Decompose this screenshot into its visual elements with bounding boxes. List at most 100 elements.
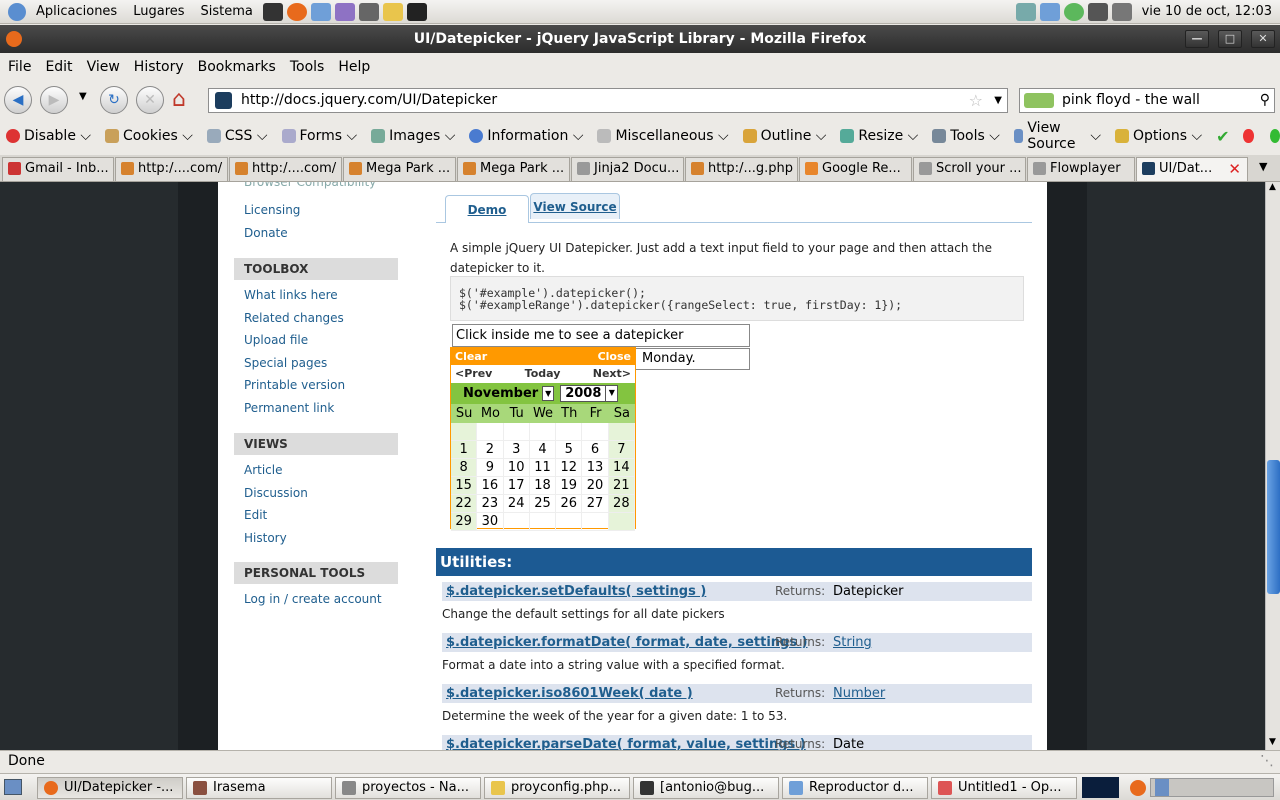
day-cell[interactable]: 5 — [556, 441, 583, 459]
return-type-link[interactable]: String — [833, 633, 872, 652]
devbar-outline[interactable]: Outline ⌵ — [742, 128, 826, 144]
day-cell[interactable]: 26 — [556, 495, 583, 513]
sidebar-link-upload-file[interactable]: Upload file — [218, 329, 414, 352]
day-cell[interactable]: 4 — [529, 441, 557, 459]
url-dropdown-icon[interactable]: ▼ — [994, 89, 1002, 112]
search-icon[interactable]: ⚲ — [1260, 89, 1270, 112]
devbar-information[interactable]: Information ⌵ — [469, 128, 583, 144]
day-cell[interactable]: 15 — [451, 477, 478, 495]
tab-flowplayer[interactable]: Flowplayer — [1027, 157, 1135, 181]
day-cell[interactable]: 1 — [451, 441, 478, 459]
sidebar-link-history[interactable]: History — [218, 527, 414, 550]
sidebar-link-discussion[interactable]: Discussion — [218, 482, 414, 505]
maximize-button[interactable]: □ — [1218, 30, 1242, 48]
tab-google-reader[interactable]: Google Re... — [799, 157, 912, 181]
devbar-cookies[interactable]: Cookies ⌵ — [105, 128, 193, 144]
day-cell[interactable]: 25 — [529, 495, 557, 513]
return-type-link[interactable]: Number — [833, 684, 885, 703]
day-cell[interactable]: 22 — [451, 495, 478, 513]
day-cell[interactable]: 30 — [477, 513, 504, 531]
search-engine-icon[interactable] — [1024, 93, 1054, 108]
menu-edit[interactable]: Edit — [38, 59, 79, 75]
task-reproductor[interactable]: Reproductor d... — [782, 777, 928, 799]
tab-list-icon[interactable]: ▼ — [1259, 160, 1267, 173]
day-cell[interactable]: 17 — [503, 477, 530, 495]
tab-mega-park-2[interactable]: Mega Park ... — [457, 157, 570, 181]
menu-help[interactable]: Help — [331, 59, 377, 75]
task-proyconfig[interactable]: proyconfig.php... — [484, 777, 630, 799]
datepicker-today-button[interactable]: Today — [525, 365, 561, 383]
validation-ok-icon[interactable]: ✔ — [1216, 127, 1229, 146]
day-cell[interactable]: 14 — [608, 459, 635, 477]
task-irasema[interactable]: Irasema — [186, 777, 332, 799]
tab-mega-park-1[interactable]: Mega Park ... — [343, 157, 456, 181]
launcher-icon[interactable] — [262, 2, 283, 21]
history-dropdown-icon[interactable]: ▼ — [79, 91, 87, 102]
day-cell[interactable]: 24 — [503, 495, 530, 513]
menu-tools[interactable]: Tools — [283, 59, 332, 75]
sidebar-link-donate[interactable]: Donate — [218, 222, 414, 245]
launcher-icon[interactable] — [382, 2, 403, 21]
close-tab-icon[interactable]: ✕ — [1228, 158, 1241, 180]
util-link-formatdate[interactable]: $.datepicker.formatDate( format, date, s… — [446, 633, 808, 652]
tab-gmail[interactable]: Gmail - Inb... — [2, 157, 114, 181]
datepicker-close-button[interactable]: Close — [598, 348, 631, 365]
day-cell[interactable]: 13 — [582, 459, 609, 477]
url-bar[interactable]: http://docs.jquery.com/UI/Datepicker ☆ ▼ — [208, 88, 1008, 113]
day-cell[interactable]: 27 — [582, 495, 609, 513]
launcher-icon[interactable] — [310, 2, 331, 21]
network-icon[interactable] — [1087, 2, 1108, 21]
firefox-applet-icon[interactable] — [1130, 780, 1146, 796]
sidebar-link-article[interactable]: Article — [218, 459, 414, 482]
day-cell[interactable]: 18 — [529, 477, 557, 495]
sidebar-link-permanent-link[interactable]: Permanent link — [218, 397, 414, 420]
volume-icon[interactable] — [1111, 2, 1132, 21]
util-link-iso8601week[interactable]: $.datepicker.iso8601Week( date ) — [446, 684, 693, 703]
day-cell[interactable]: 29 — [451, 513, 478, 531]
scroll-up-icon[interactable]: ▲ — [1269, 182, 1276, 192]
task-terminal[interactable]: [antonio@bug... — [633, 777, 779, 799]
menu-file[interactable]: File — [0, 59, 38, 75]
day-cell[interactable]: 23 — [477, 495, 504, 513]
reload-button[interactable]: ↻ — [100, 86, 128, 114]
devbar-forms[interactable]: Forms ⌵ — [281, 128, 357, 144]
sidebar-link-edit[interactable]: Edit — [218, 504, 414, 527]
error-icon[interactable] — [1243, 129, 1254, 143]
day-cell[interactable]: 9 — [477, 459, 504, 477]
datepicker-clear-button[interactable]: Clear — [455, 348, 487, 365]
day-cell[interactable]: 3 — [503, 441, 530, 459]
stop-button[interactable]: ✕ — [136, 86, 164, 114]
scroll-down-icon[interactable]: ▼ — [1269, 737, 1276, 747]
day-cell[interactable]: 8 — [451, 459, 478, 477]
calculator-launcher-icon[interactable] — [358, 2, 379, 21]
devbar-miscellaneous[interactable]: Miscellaneous ⌵ — [597, 128, 729, 144]
menu-aplicaciones[interactable]: Aplicaciones — [28, 0, 125, 24]
menu-view[interactable]: View — [80, 59, 127, 75]
menu-bookmarks[interactable]: Bookmarks — [191, 59, 283, 75]
devbar-images[interactable]: Images ⌵ — [371, 128, 455, 144]
close-window-button[interactable]: ✕ — [1251, 30, 1275, 48]
day-cell[interactable]: 2 — [477, 441, 504, 459]
tab-http-1[interactable]: http:/....com/ — [115, 157, 228, 181]
devbar-resize[interactable]: Resize ⌵ — [840, 128, 918, 144]
devbar-view-source[interactable]: View Source ⌵ — [1013, 120, 1101, 152]
menu-history[interactable]: History — [127, 59, 191, 75]
day-cell[interactable]: 12 — [556, 459, 583, 477]
tab-scroll[interactable]: Scroll your ... — [913, 157, 1026, 181]
datepicker-input[interactable]: Click inside me to see a datepicker — [452, 324, 750, 347]
scrollbar-thumb[interactable] — [1267, 460, 1280, 594]
sidebar-link-browser-compatibility[interactable]: Browser Compatibility — [218, 182, 414, 194]
sidebar-link-licensing[interactable]: Licensing — [218, 199, 414, 222]
firefox-launcher-icon[interactable] — [286, 2, 307, 21]
tab-ui-datepicker[interactable]: UI/Dat... ✕ — [1136, 157, 1248, 181]
home-icon[interactable]: ⌂ — [172, 87, 186, 112]
tray-icon[interactable] — [1015, 2, 1036, 21]
devbar-tools[interactable]: Tools ⌵ — [932, 128, 1000, 144]
year-select[interactable]: 2008 ▼ — [560, 385, 619, 402]
forward-button[interactable]: ▶ — [40, 86, 68, 114]
devbar-css[interactable]: CSS ⌵ — [206, 128, 268, 144]
ok-status-icon[interactable] — [1269, 129, 1280, 143]
menu-lugares[interactable]: Lugares — [125, 0, 192, 24]
vertical-scrollbar[interactable]: ▲ ▼ — [1265, 182, 1280, 750]
day-cell[interactable]: 11 — [529, 459, 557, 477]
